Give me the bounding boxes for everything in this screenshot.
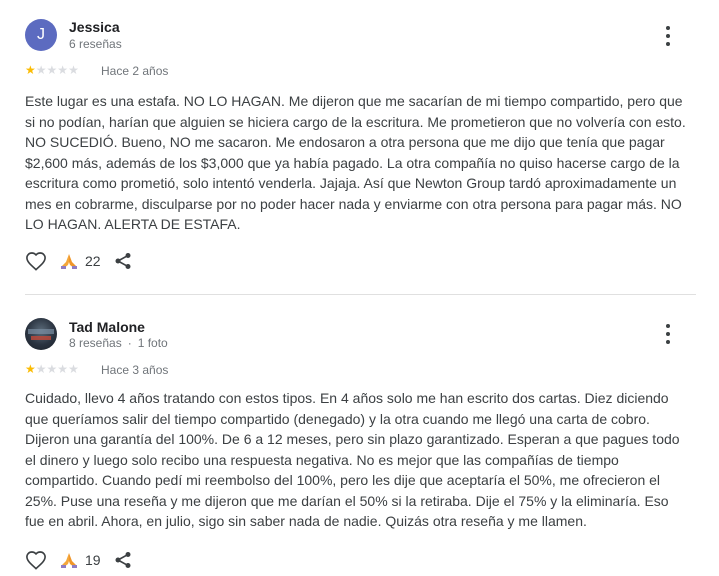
review-count: 8 reseñas <box>69 336 122 350</box>
review-text: Cuidado, llevo 4 años tratando con estos… <box>25 390 680 529</box>
star-rating: ★★★★★ <box>25 362 79 376</box>
review-count: 6 reseñas <box>69 37 122 51</box>
folded-hands-emoji-icon[interactable] <box>59 550 79 570</box>
photo-count: 1 foto <box>137 336 168 350</box>
heart-outline-icon[interactable] <box>25 550 47 570</box>
reviewer-meta[interactable]: 6 reseñas <box>69 37 122 51</box>
more-vertical-icon <box>666 26 670 30</box>
star-rating: ★★★★★ <box>25 63 79 77</box>
reviewer-name[interactable]: Tad Malone <box>69 319 145 335</box>
review-time: Hace 3 años <box>101 363 169 377</box>
share-icon[interactable] <box>114 252 132 270</box>
reviewer-name[interactable]: Jessica <box>69 19 120 35</box>
review-actions: 19 <box>25 548 132 572</box>
meta-separator: · <box>127 336 132 350</box>
review-time: Hace 2 años <box>101 64 169 78</box>
reaction-count: 22 <box>85 253 101 269</box>
avatar-letter: J <box>37 26 45 43</box>
review-text: Este lugar es una estafa. NO LO HAGAN. M… <box>25 93 686 232</box>
review-actions: 22 <box>25 249 132 273</box>
review-divider <box>25 294 696 295</box>
heart-outline-icon[interactable] <box>25 251 47 271</box>
share-icon[interactable] <box>114 551 132 569</box>
avatar[interactable] <box>25 318 57 350</box>
more-options-button[interactable] <box>660 324 676 344</box>
reaction-count: 19 <box>85 552 101 568</box>
folded-hands-emoji-icon[interactable] <box>59 251 79 271</box>
more-vertical-icon <box>666 324 670 328</box>
reviewer-meta[interactable]: 8 reseñas · 1 foto <box>69 336 168 350</box>
avatar[interactable]: J <box>25 19 57 51</box>
more-options-button[interactable] <box>660 26 676 46</box>
